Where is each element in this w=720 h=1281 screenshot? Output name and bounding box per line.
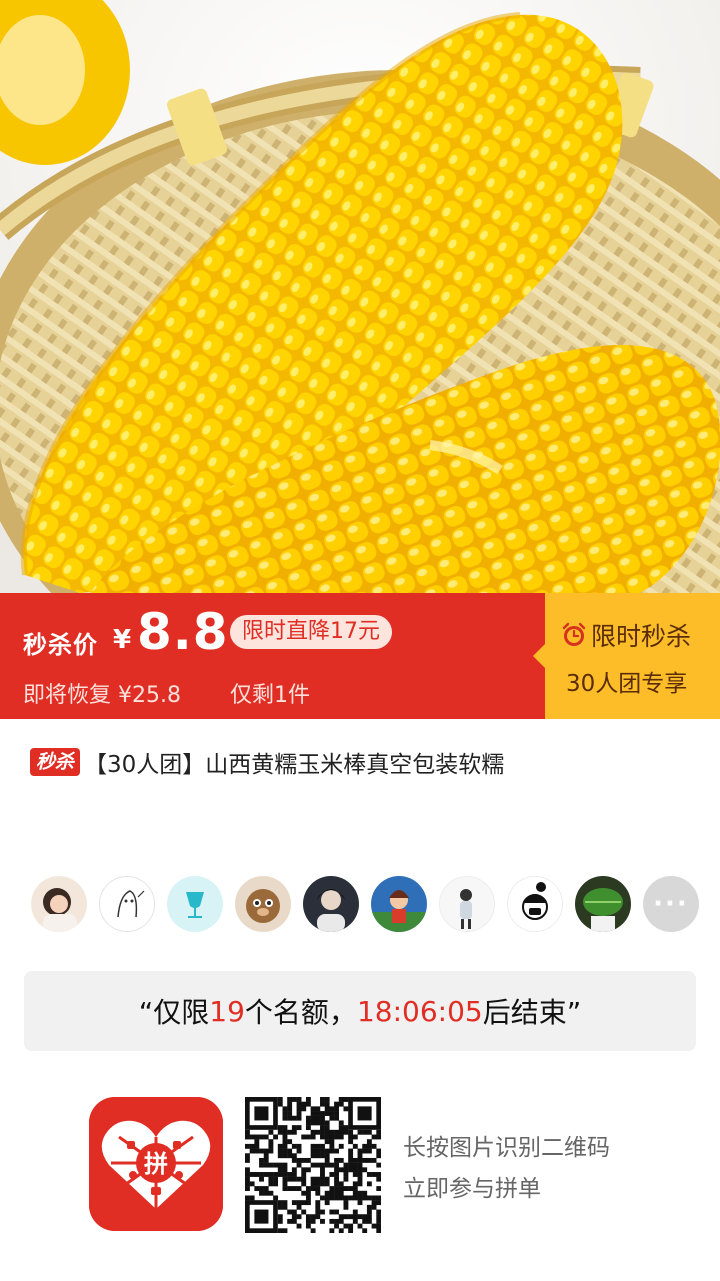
qr-instruction-line2: 立即参与拼单 (403, 1176, 541, 1202)
product-title: 【30人团】山西黄糯玉米棒真空包装软糯 (84, 752, 505, 778)
flash-sale-tag: 秒杀 (30, 748, 81, 776)
member-avatar[interactable] (235, 876, 291, 932)
member-avatar[interactable] (167, 876, 223, 932)
member-avatar[interactable] (575, 876, 631, 932)
group-exclusive-label: 30人团专享 (566, 671, 688, 697)
price-banner: 秒杀价 ¥ 8.8 限时直降17元 即将恢复 ¥25.8 仅剩1件 限时秒杀 3… (0, 593, 720, 719)
member-avatar[interactable] (31, 876, 87, 932)
alarm-clock-icon (562, 622, 586, 646)
flash-sale-section: 限时秒杀 30人团专享 (545, 593, 720, 719)
qr-instruction: 长按图片识别二维码 立即参与拼单 (403, 1128, 610, 1210)
more-members-label: ··· (653, 889, 689, 919)
member-avatar[interactable] (507, 876, 563, 932)
stock-remaining-text: 仅剩1件 (230, 683, 310, 708)
flash-price: 8.8 (137, 603, 229, 661)
qr-instruction-line1: 长按图片识别二维码 (403, 1135, 610, 1161)
price-label: 秒杀价 (23, 631, 98, 659)
pinduoduo-logo: 拼 (89, 1097, 223, 1231)
quota-suffix: 后结束” (482, 996, 582, 1029)
original-price-text: 即将恢复 ¥25.8 (23, 683, 181, 708)
member-avatar[interactable] (371, 876, 427, 932)
quota-count: 19 (209, 994, 245, 1028)
price-section: 秒杀价 ¥ 8.8 限时直降17元 即将恢复 ¥25.8 仅剩1件 (0, 593, 545, 719)
member-avatar[interactable] (99, 876, 155, 932)
member-avatar[interactable] (439, 876, 495, 932)
quota-middle: 个名额， (244, 996, 357, 1029)
flash-sale-label: 限时秒杀 (591, 622, 692, 651)
price-drop-badge: 限时直降17元 (230, 615, 392, 649)
countdown-timer: 18:06:05 (356, 994, 483, 1028)
currency-symbol: ¥ (113, 625, 132, 655)
product-image (0, 0, 720, 593)
group-members: ··· (31, 876, 711, 932)
product-title-row: 秒杀 【30人团】山西黄糯玉米棒真空包装软糯 (30, 745, 710, 779)
flash-sale-title: 限时秒杀 (561, 617, 691, 653)
logo-char: 拼 (144, 1150, 168, 1178)
quota-prefix: “仅限 (138, 996, 210, 1029)
banner-notch (533, 644, 545, 668)
qr-code[interactable] (245, 1097, 382, 1234)
quota-countdown-box: “仅限 19 个名额， 18:06:05 后结束” (24, 971, 696, 1051)
member-avatar[interactable] (303, 876, 359, 932)
more-dots-icon[interactable]: ··· (643, 876, 699, 932)
